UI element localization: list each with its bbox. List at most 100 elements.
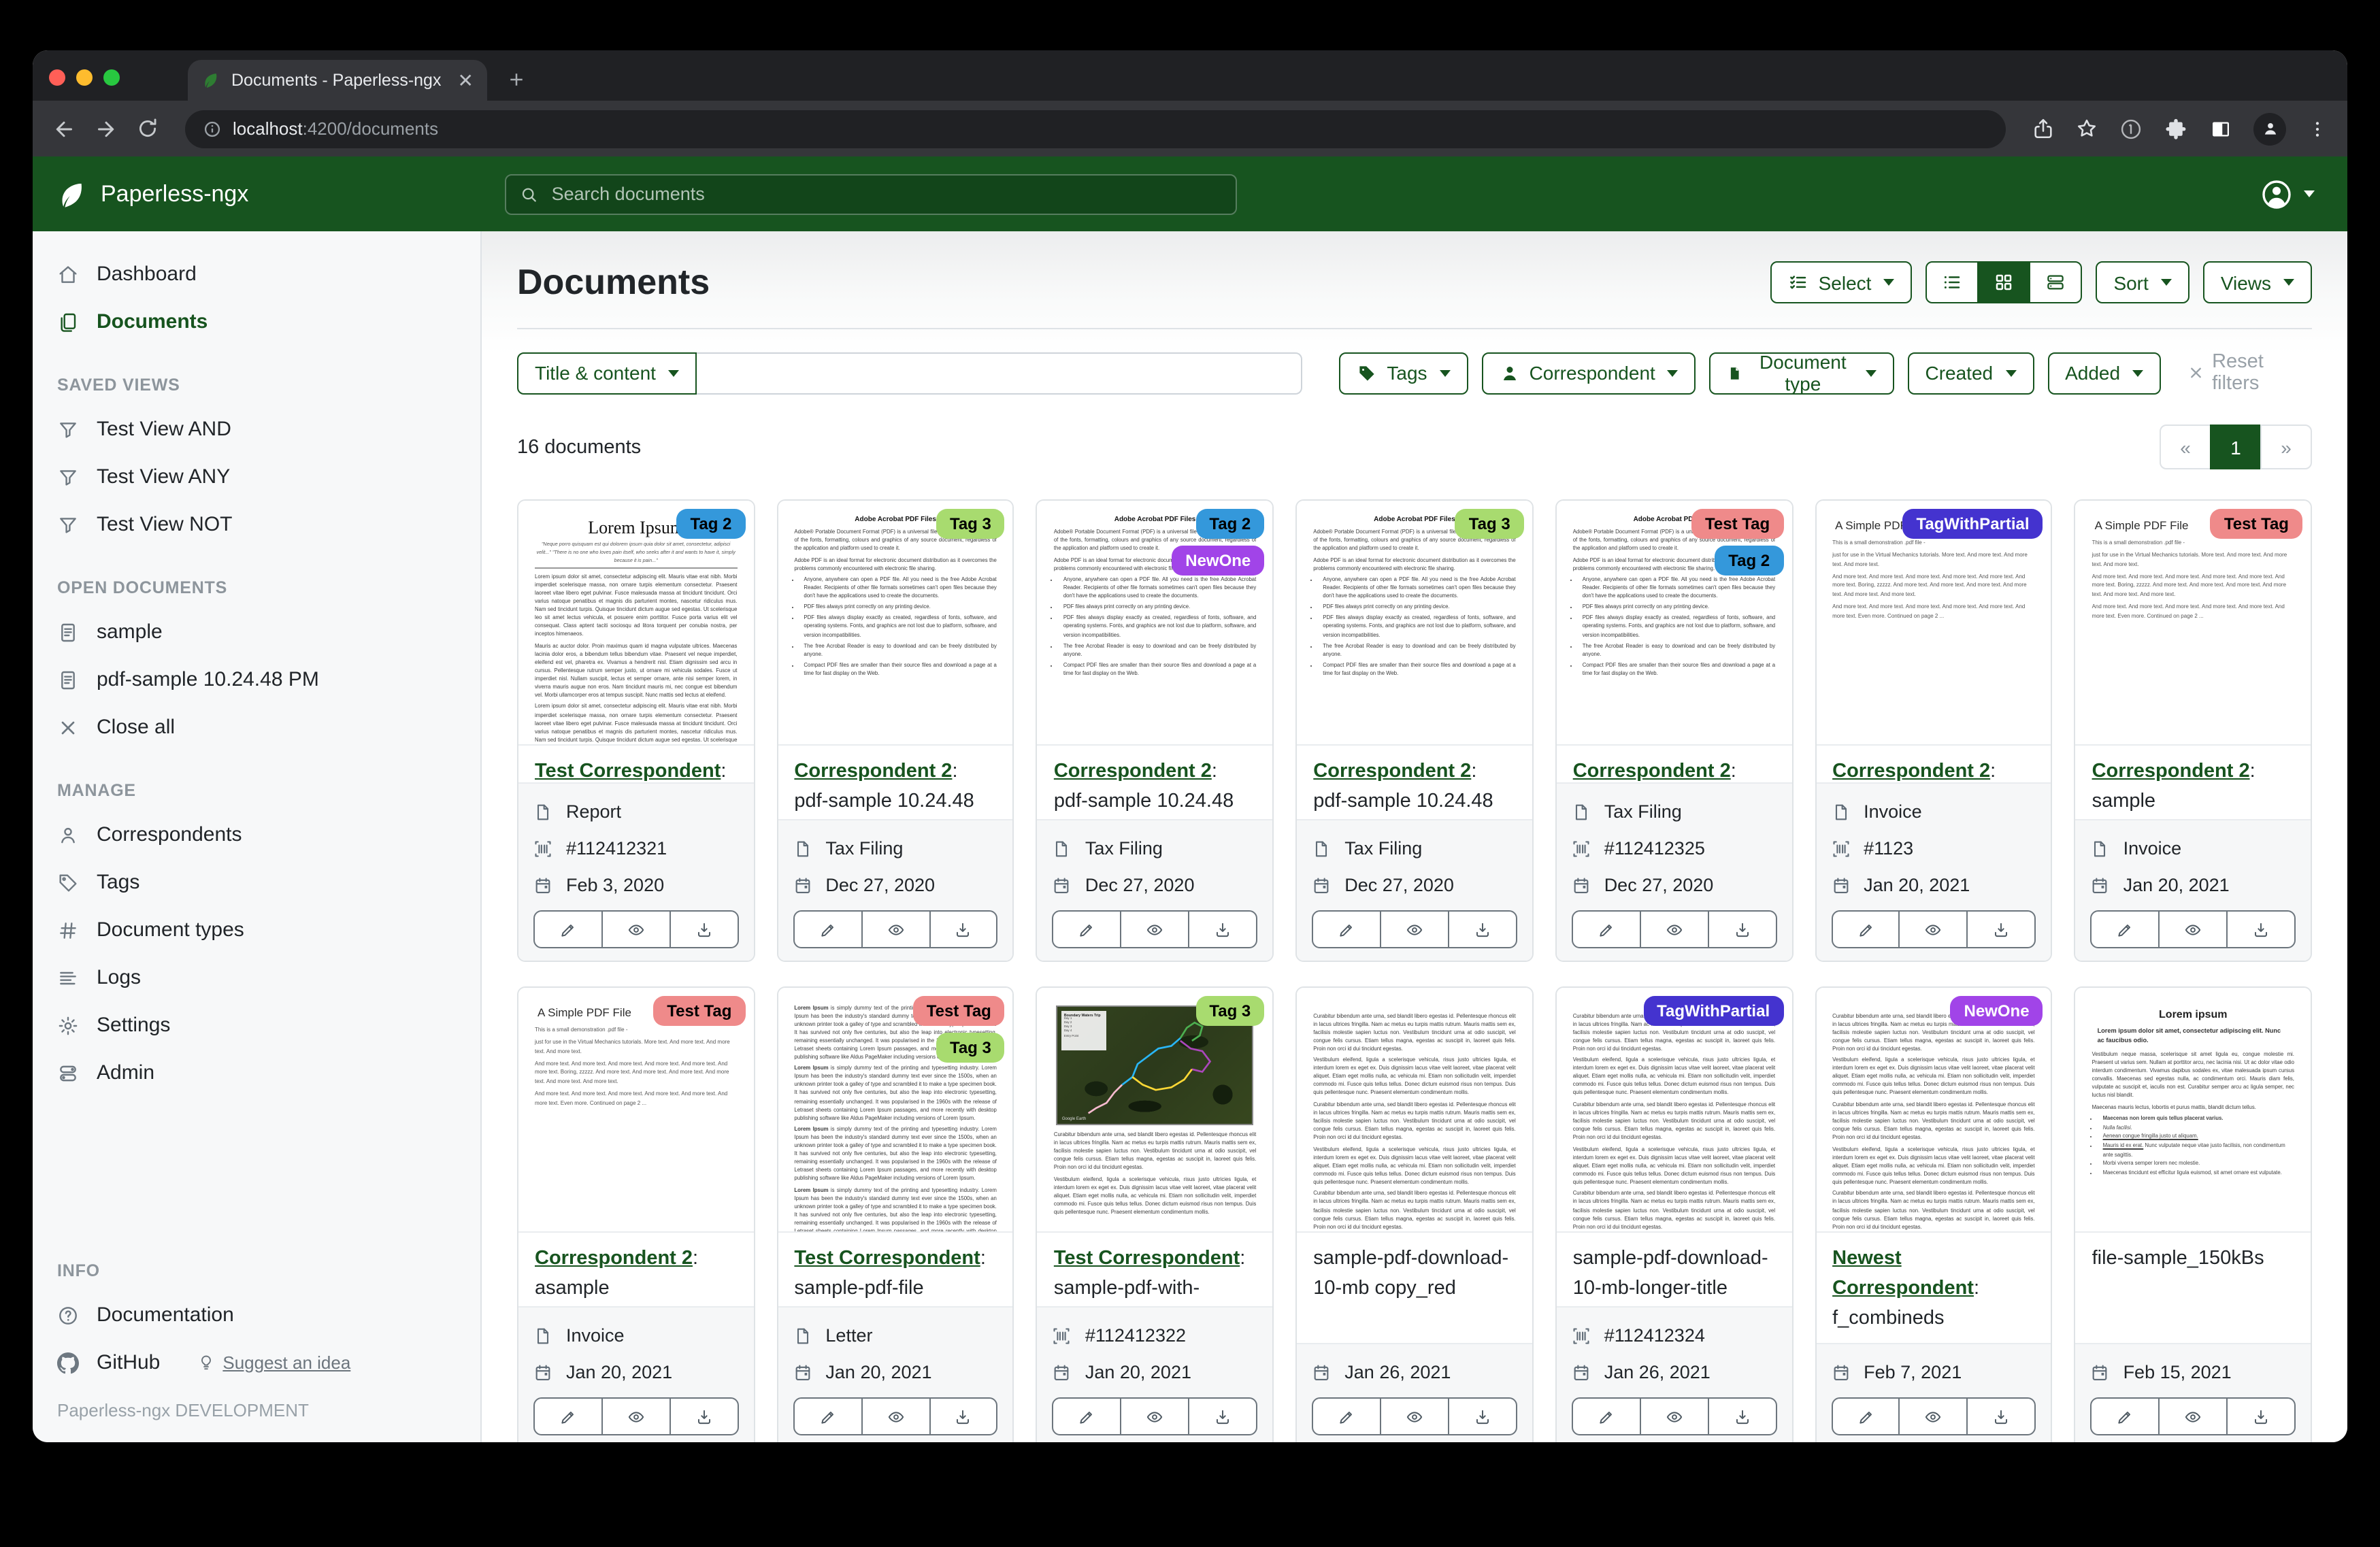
filter-document-type-dropdown[interactable]: Document type <box>1710 352 1894 394</box>
preview-button[interactable] <box>861 1397 930 1435</box>
reset-filters-button[interactable]: Reset filters <box>2188 351 2312 395</box>
extension-badge-icon[interactable] <box>2119 116 2143 141</box>
document-thumbnail[interactable]: Lorem ipsum Lorem ipsum dolor sit amet, … <box>2076 988 2311 1233</box>
tag-badge[interactable]: Tag 2 <box>1715 546 1783 576</box>
zoom-window-button[interactable] <box>103 69 120 85</box>
view-grid-button[interactable] <box>1977 261 2030 303</box>
edit-button[interactable] <box>1831 910 1900 948</box>
tab-close-icon[interactable]: ✕ <box>458 69 474 92</box>
download-button[interactable] <box>1967 910 2036 948</box>
tag-badge[interactable]: Test Tag <box>2211 509 2302 539</box>
download-button[interactable] <box>1707 1397 1776 1435</box>
side-panel-icon[interactable] <box>2209 116 2233 141</box>
download-button[interactable] <box>929 1397 998 1435</box>
views-dropdown-button[interactable]: Views <box>2203 261 2312 303</box>
tag-badge[interactable]: Test Tag <box>653 996 745 1026</box>
preview-button[interactable] <box>1380 910 1449 948</box>
browser-tab[interactable]: Documents - Paperless-ngx ✕ <box>188 60 487 101</box>
bookmark-star-icon[interactable] <box>2075 117 2098 140</box>
browser-profile-avatar[interactable] <box>2253 112 2286 145</box>
tag-badge[interactable]: NewOne <box>1172 546 1264 576</box>
site-info-icon[interactable] <box>203 119 222 138</box>
download-button[interactable] <box>1707 910 1776 948</box>
document-thumbnail[interactable]: A Simple PDF File This is a small demons… <box>518 988 753 1233</box>
sidebar-item-correspondents[interactable]: Correspondents <box>33 812 480 857</box>
suggest-an-idea-link[interactable]: Suggest an idea <box>197 1352 350 1373</box>
sidebar-item-tags[interactable]: Tags <box>33 860 480 905</box>
tag-badge[interactable]: Tag 3 <box>936 509 1005 539</box>
sort-dropdown-button[interactable]: Sort <box>2096 261 2189 303</box>
document-thumbnail[interactable]: Adobe Acrobat PDF Files Adobe® Portable … <box>1557 501 1791 746</box>
download-button[interactable] <box>1967 1397 2036 1435</box>
edit-button[interactable] <box>2091 1397 2160 1435</box>
document-thumbnail[interactable]: Adobe Acrobat PDF Files Adobe® Portable … <box>1038 501 1272 746</box>
filter-tags-dropdown[interactable]: Tags <box>1339 352 1468 394</box>
document-thumbnail[interactable]: Curabitur bibendum ante urna, sed blandi… <box>1816 988 2051 1233</box>
address-bar[interactable]: localhost:4200/documents <box>185 110 2006 148</box>
tag-badge[interactable]: TagWithPartial <box>1643 996 1783 1026</box>
close-window-button[interactable] <box>49 69 65 85</box>
correspondent-link[interactable]: Correspondent 2 <box>2092 761 2250 782</box>
app-brand[interactable]: Paperless-ngx <box>33 179 505 209</box>
correspondent-link[interactable]: Test Correspondent <box>794 1248 980 1269</box>
correspondent-link[interactable]: Correspondent 2 <box>1054 761 1212 782</box>
download-button[interactable] <box>1448 910 1517 948</box>
sidebar-item-sample[interactable]: sample <box>33 610 480 654</box>
filter-field-dropdown[interactable]: Title & content <box>517 352 697 394</box>
document-thumbnail[interactable]: Boundary Waters Trip Day 1Day 2Day 3Day … <box>1038 988 1272 1233</box>
preview-button[interactable] <box>2158 1397 2228 1435</box>
preview-button[interactable] <box>601 910 671 948</box>
filter-query-input[interactable] <box>697 352 1302 394</box>
view-detail-button[interactable] <box>2029 261 2082 303</box>
sidebar-item-close-all[interactable]: Close all <box>33 705 480 750</box>
download-button[interactable] <box>670 910 739 948</box>
preview-button[interactable] <box>1640 910 1709 948</box>
tag-badge[interactable]: Tag 3 <box>936 1033 1005 1063</box>
correspondent-link[interactable]: Correspondent 2 <box>1573 761 1731 782</box>
correspondent-link[interactable]: Correspondent 2 <box>794 761 952 782</box>
edit-button[interactable] <box>1053 910 1122 948</box>
filter-created-dropdown[interactable]: Created <box>1907 352 2034 394</box>
tag-badge[interactable]: Tag 2 <box>1195 509 1264 539</box>
user-menu[interactable] <box>2260 178 2347 210</box>
pagination-next-button[interactable]: » <box>2260 425 2312 469</box>
preview-button[interactable] <box>1899 1397 1968 1435</box>
reload-button[interactable] <box>136 117 159 140</box>
sidebar-item-github[interactable]: GitHubSuggest an idea <box>33 1340 480 1385</box>
preview-button[interactable] <box>1640 1397 1709 1435</box>
correspondent-link[interactable]: Correspondent 2 <box>535 1248 693 1269</box>
tag-badge[interactable]: Test Tag <box>913 996 1005 1026</box>
sidebar-item-test-view-any[interactable]: Test View ANY <box>33 454 480 499</box>
filter-added-dropdown[interactable]: Added <box>2047 352 2161 394</box>
sidebar-item-test-view-and[interactable]: Test View AND <box>33 407 480 452</box>
sidebar-item-test-view-not[interactable]: Test View NOT <box>33 502 480 547</box>
preview-button[interactable] <box>601 1397 671 1435</box>
tag-badge[interactable]: NewOne <box>1951 996 2043 1026</box>
document-thumbnail[interactable]: Adobe Acrobat PDF Files Adobe® Portable … <box>778 501 1012 746</box>
edit-button[interactable] <box>1831 1397 1900 1435</box>
tag-badge[interactable]: Tag 3 <box>1195 996 1264 1026</box>
edit-button[interactable] <box>793 910 862 948</box>
edit-button[interactable] <box>533 910 603 948</box>
document-thumbnail[interactable]: Lorem Ipsum "Neque porro quisquam est qu… <box>518 501 753 746</box>
sidebar-item-admin[interactable]: Admin <box>33 1050 480 1095</box>
edit-button[interactable] <box>533 1397 603 1435</box>
download-button[interactable] <box>2226 910 2296 948</box>
edit-button[interactable] <box>1312 1397 1381 1435</box>
edit-button[interactable] <box>793 1397 862 1435</box>
document-thumbnail[interactable]: Curabitur bibendum ante urna, sed blandi… <box>1557 988 1791 1233</box>
tag-badge[interactable]: Tag 2 <box>677 509 746 539</box>
sidebar-item-pdf-sample-10-24-48-pm[interactable]: pdf-sample 10.24.48 PM <box>33 657 480 702</box>
document-thumbnail[interactable]: Adobe Acrobat PDF Files Adobe® Portable … <box>1297 501 1532 746</box>
sidebar-item-documents[interactable]: Documents <box>33 299 480 344</box>
preview-button[interactable] <box>1899 910 1968 948</box>
edit-button[interactable] <box>1572 1397 1641 1435</box>
view-list-button[interactable] <box>1926 261 1979 303</box>
tag-badge[interactable]: TagWithPartial <box>1903 509 2043 539</box>
preview-button[interactable] <box>861 910 930 948</box>
download-button[interactable] <box>670 1397 739 1435</box>
global-search[interactable] <box>505 173 1237 214</box>
preview-button[interactable] <box>1380 1397 1449 1435</box>
correspondent-link[interactable]: Newest Correspondent <box>1832 1248 1974 1299</box>
minimize-window-button[interactable] <box>76 69 93 85</box>
